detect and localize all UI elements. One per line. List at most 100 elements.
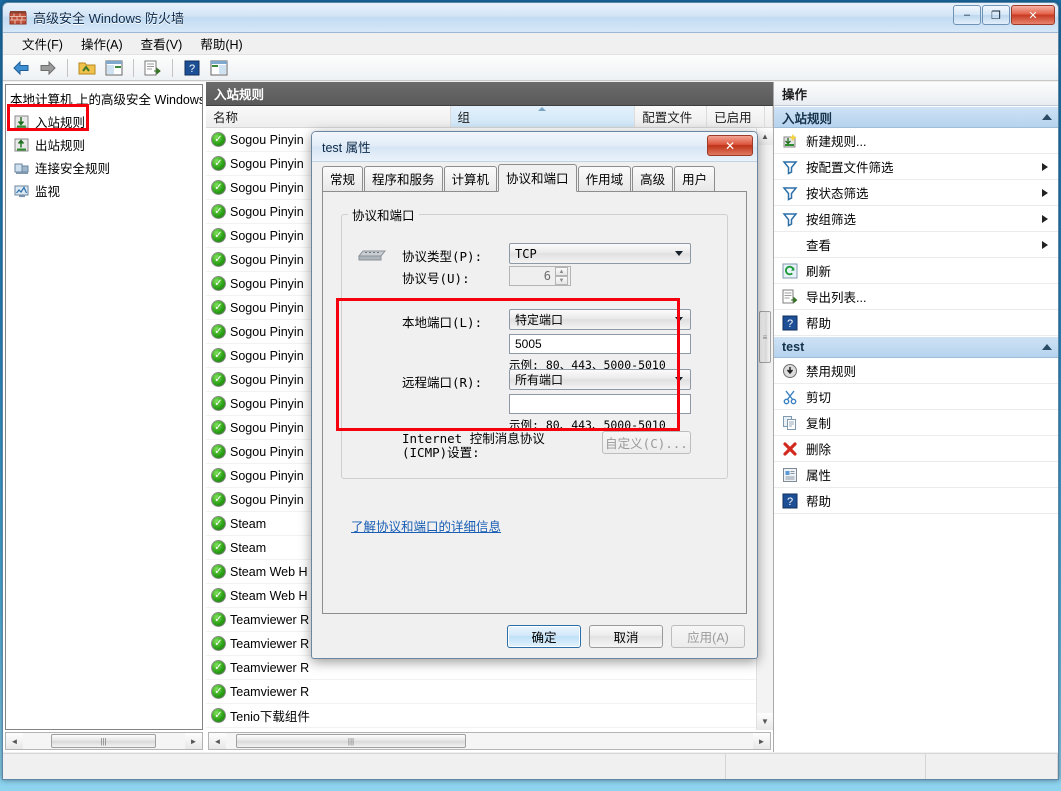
minimize-button[interactable]: – — [953, 5, 981, 25]
tab-general[interactable]: 常规 — [322, 166, 364, 191]
menu-help[interactable]: 帮助(H) — [191, 32, 251, 55]
rule-name: Sogou Pinyin — [230, 228, 304, 243]
network-adapter-icon — [356, 244, 387, 264]
remote-port-select[interactable]: 所有端口 — [509, 369, 691, 390]
action-item-delete-icon[interactable]: 删除 — [774, 436, 1058, 462]
action-item-label: 帮助 — [806, 495, 832, 509]
protocol-type-select[interactable]: TCP — [509, 243, 691, 264]
menu-action[interactable]: 操作(A) — [72, 32, 132, 55]
rules-vertical-scrollbar[interactable]: ▲ ≡ ▼ — [756, 128, 773, 730]
action-item-label: 按组筛选 — [806, 213, 857, 227]
scroll-left-arrow[interactable]: ◄ — [6, 733, 23, 749]
sidebar-item-connection-security-rules[interactable]: 连接安全规则 — [10, 156, 202, 179]
chevron-right-icon — [1042, 240, 1048, 249]
action-item-filter-icon[interactable]: 按组筛选 — [774, 206, 1058, 232]
table-row[interactable]: ✓ Tenio下载组件 — [206, 704, 756, 728]
tab-scope[interactable]: 作用域 — [577, 166, 632, 191]
column-header-profile[interactable]: 配置文件 — [635, 106, 708, 127]
column-header-name[interactable]: 名称 — [206, 106, 451, 127]
connection-security-rules-icon — [14, 160, 30, 176]
ok-button[interactable]: 确定 — [507, 625, 581, 648]
sidebar-item-monitoring[interactable]: 监视 — [10, 179, 202, 202]
learn-more-link[interactable]: 了解协议和端口的详细信息 — [351, 516, 501, 535]
tab-advanced[interactable]: 高级 — [632, 166, 674, 191]
action-item-refresh-icon[interactable]: 刷新 — [774, 258, 1058, 284]
action-item-help-icon[interactable]: ? 帮助 — [774, 488, 1058, 514]
rules-horizontal-scrollbar[interactable]: ◄ ||| ► — [208, 732, 771, 750]
show-hide-console-tree-icon[interactable] — [102, 57, 126, 79]
chevron-down-icon — [675, 251, 683, 256]
tree-root-label[interactable]: 本地计算机 上的高级安全 Windows — [6, 85, 202, 110]
remote-port-input[interactable] — [509, 394, 691, 414]
inbound-rules-icon — [14, 114, 30, 130]
show-action-pane-icon[interactable] — [207, 57, 231, 79]
tab-protocols-and-ports[interactable]: 协议和端口 — [498, 164, 577, 192]
stepper-down-icon[interactable]: ▼ — [555, 276, 568, 285]
chevron-up-icon[interactable] — [1042, 344, 1052, 350]
scroll-left-arrow[interactable]: ◄ — [209, 733, 226, 749]
folder-up-icon[interactable] — [75, 57, 99, 79]
action-item-disable-rule-icon[interactable]: 禁用规则 — [774, 358, 1058, 384]
protocols-and-ports-group: 协议和端口 协议类型(P): TCP 协议号(U): 6 ▲ ▼ 本地端口(L)… — [336, 205, 728, 479]
stepper-up-icon[interactable]: ▲ — [555, 267, 568, 276]
action-item-cut-icon[interactable]: 剪切 — [774, 384, 1058, 410]
scroll-right-arrow[interactable]: ► — [185, 733, 202, 749]
sidebar-item-outbound-rules[interactable]: 出站规则 — [10, 133, 202, 156]
forward-icon[interactable] — [36, 57, 60, 79]
help-icon[interactable]: ? — [180, 57, 204, 79]
export-list-icon[interactable] — [141, 57, 165, 79]
stepper-buttons[interactable]: ▲ ▼ — [555, 267, 568, 285]
cancel-button[interactable]: 取消 — [589, 625, 663, 648]
scroll-down-arrow[interactable]: ▼ — [757, 713, 773, 730]
local-port-input[interactable]: 5005 — [509, 334, 691, 354]
tab-computers[interactable]: 计算机 — [443, 166, 498, 191]
protocol-type-value: TCP — [515, 246, 537, 261]
menu-file[interactable]: 文件(F) — [13, 32, 72, 55]
scroll-thumb[interactable]: ≡ — [759, 311, 771, 363]
rule-enabled-check-icon: ✓ — [211, 180, 226, 195]
action-item-label: 查看 — [806, 239, 832, 253]
chevron-up-icon[interactable] — [1042, 114, 1052, 120]
action-item-filter-icon[interactable]: 按配置文件筛选 — [774, 154, 1058, 180]
rule-name: Sogou Pinyin — [230, 468, 304, 483]
maximize-button[interactable]: ❐ — [982, 5, 1010, 25]
column-header-group[interactable]: 组 — [450, 106, 636, 127]
action-item-label: 按配置文件筛选 — [806, 161, 894, 175]
rule-enabled-check-icon: ✓ — [211, 492, 226, 507]
table-row[interactable]: ✓ Teamviewer R — [206, 656, 756, 680]
protocol-number-stepper[interactable]: 6 ▲ ▼ — [509, 266, 571, 286]
sidebar-item-inbound-rules[interactable]: 入站规则 — [10, 110, 202, 133]
icmp-customize-button[interactable]: 自定义(C)... — [602, 431, 691, 454]
action-item-new-rule-icon[interactable]: 新建规则... — [774, 128, 1058, 154]
column-header-enabled[interactable]: 已启用 — [707, 106, 765, 127]
action-item-properties-icon[interactable]: 属性 — [774, 462, 1058, 488]
action-item-export-list-icon[interactable]: 导出列表... — [774, 284, 1058, 310]
close-button[interactable]: ✕ — [1011, 5, 1055, 25]
action-item-help-icon[interactable]: ? 帮助 — [774, 310, 1058, 336]
local-port-select[interactable]: 特定端口 — [509, 309, 691, 330]
tab-users[interactable]: 用户 — [674, 166, 716, 191]
tab-programs-and-services[interactable]: 程序和服务 — [364, 166, 443, 191]
scroll-track[interactable]: ||| — [23, 733, 185, 749]
menu-view[interactable]: 查看(V) — [132, 32, 192, 55]
action-item-copy-icon[interactable]: 复制 — [774, 410, 1058, 436]
scroll-thumb[interactable]: ||| — [236, 734, 466, 748]
filter-icon — [782, 185, 798, 201]
action-item-plain[interactable]: 查看 — [774, 232, 1058, 258]
table-row[interactable]: ✓Tenio下载组件公用是 — [206, 728, 756, 730]
actions-group-header[interactable]: test — [774, 336, 1058, 358]
back-icon[interactable] — [9, 57, 33, 79]
tree-horizontal-scrollbar[interactable]: ◄ ||| ► — [5, 732, 203, 750]
action-item-filter-icon[interactable]: 按状态筛选 — [774, 180, 1058, 206]
window-title: 高级安全 Windows 防火墙 — [33, 11, 184, 26]
action-item-label: 剪切 — [806, 391, 832, 405]
apply-button[interactable]: 应用(A) — [671, 625, 745, 648]
scroll-right-arrow[interactable]: ► — [753, 733, 770, 749]
scroll-up-arrow[interactable]: ▲ — [757, 128, 773, 145]
actions-group-header[interactable]: 入站规则 — [774, 106, 1058, 128]
table-row[interactable]: ✓ Teamviewer R — [206, 680, 756, 704]
dialog-close-button[interactable]: ✕ — [707, 135, 753, 156]
scroll-track[interactable]: ||| — [226, 733, 753, 749]
scroll-thumb[interactable]: ||| — [51, 734, 156, 748]
action-item-label: 帮助 — [806, 317, 832, 331]
